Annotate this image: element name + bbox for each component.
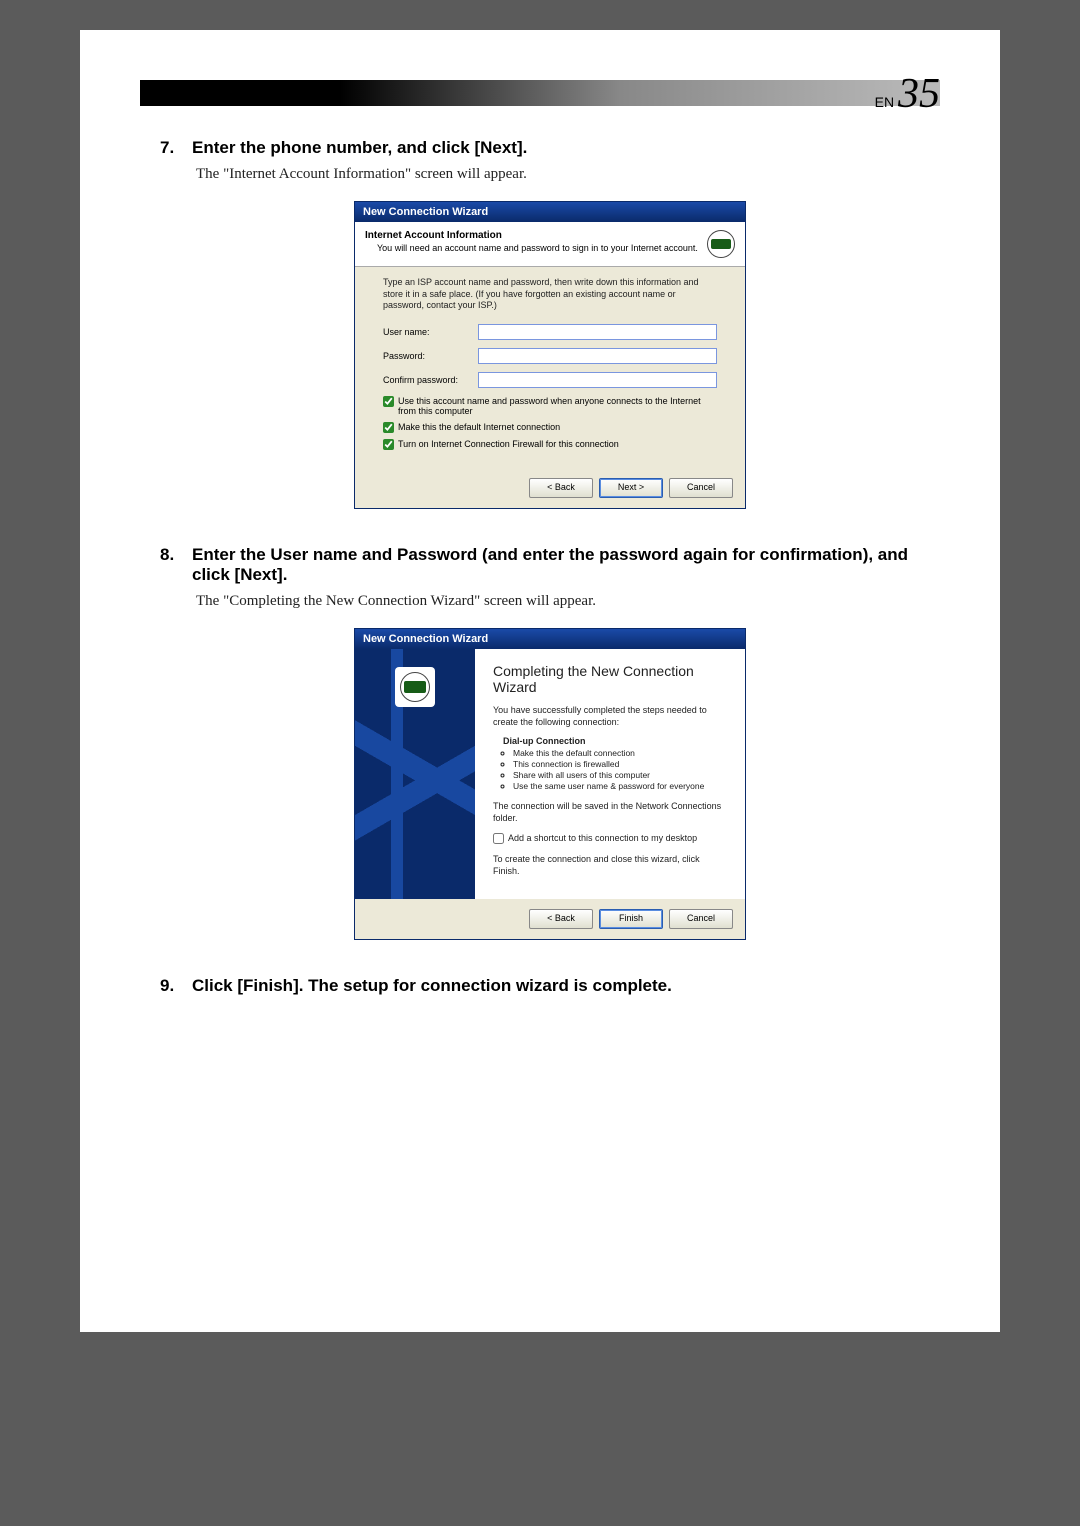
- bullet-item: This connection is firewalled: [513, 759, 727, 769]
- cancel-button[interactable]: Cancel: [669, 478, 733, 498]
- connection-name: Dial-up Connection: [503, 736, 727, 746]
- step-8: 8. Enter the User name and Password (and…: [160, 545, 940, 940]
- dialog-help-text: Type an ISP account name and password, t…: [383, 277, 717, 312]
- dialog-titlebar: New Connection Wizard: [355, 629, 745, 649]
- back-button[interactable]: < Back: [529, 478, 593, 498]
- page-number-value: 35: [898, 71, 940, 117]
- finish-button[interactable]: Finish: [599, 909, 663, 929]
- checkbox-add-shortcut-label: Add a shortcut to this connection to my …: [508, 833, 697, 843]
- network-globe-icon: [707, 230, 735, 258]
- checkbox-firewall[interactable]: [383, 439, 394, 450]
- wizard-network-icon: [395, 667, 435, 707]
- bullet-item: Share with all users of this computer: [513, 770, 727, 780]
- cancel-button[interactable]: Cancel: [669, 909, 733, 929]
- document-page: { "header": { "lang_prefix": "EN", "page…: [80, 30, 1000, 1332]
- checkbox-firewall-label: Turn on Internet Connection Firewall for…: [398, 439, 619, 449]
- step-title: Enter the phone number, and click [Next]…: [192, 138, 527, 158]
- checkbox-default-connection-label: Make this the default Internet connectio…: [398, 422, 560, 432]
- step-body: The "Internet Account Information" scree…: [196, 166, 940, 183]
- wizard-heading: Completing the New Connection Wizard: [493, 663, 727, 695]
- step-title: Click [Finish]. The setup for connection…: [192, 976, 672, 996]
- label-confirm-password: Confirm password:: [383, 375, 478, 385]
- checkbox-use-account[interactable]: [383, 396, 394, 407]
- dialog-internet-account: New Connection Wizard Internet Account I…: [354, 201, 746, 509]
- password-input[interactable]: [478, 348, 717, 364]
- dialog-completing-wizard: New Connection Wizard Completing the New…: [354, 628, 746, 940]
- step-9: 9. Click [Finish]. The setup for connect…: [160, 976, 940, 996]
- wizard-p2: The connection will be saved in the Netw…: [493, 801, 727, 824]
- step-number: 8.: [160, 545, 180, 565]
- step-7: 7. Enter the phone number, and click [Ne…: [160, 138, 940, 509]
- dialog-titlebar: New Connection Wizard: [355, 202, 745, 222]
- label-username: User name:: [383, 327, 478, 337]
- page-lang-prefix: EN: [875, 94, 894, 110]
- username-input[interactable]: [478, 324, 717, 340]
- instruction-steps: 7. Enter the phone number, and click [Ne…: [140, 138, 940, 996]
- next-button[interactable]: Next >: [599, 478, 663, 498]
- dialog-subheader: Internet Account Information You will ne…: [355, 222, 745, 267]
- bullet-item: Make this the default connection: [513, 748, 727, 758]
- connection-bullets: Make this the default connection This co…: [513, 748, 727, 791]
- step-number: 9.: [160, 976, 180, 996]
- bullet-item: Use the same user name & password for ev…: [513, 781, 727, 791]
- back-button[interactable]: < Back: [529, 909, 593, 929]
- label-password: Password:: [383, 351, 478, 361]
- step-body: The "Completing the New Connection Wizar…: [196, 593, 940, 610]
- wizard-p1: You have successfully completed the step…: [493, 705, 727, 728]
- wizard-left-panel: [355, 649, 475, 899]
- checkbox-use-account-label: Use this account name and password when …: [398, 396, 717, 416]
- wizard-p3: To create the connection and close this …: [493, 854, 727, 877]
- step-title: Enter the User name and Password (and en…: [192, 545, 940, 585]
- checkbox-add-shortcut[interactable]: [493, 833, 504, 844]
- dialog-subdesc: You will need an account name and passwo…: [365, 243, 698, 253]
- confirm-password-input[interactable]: [478, 372, 717, 388]
- dialog-subtitle: Internet Account Information: [365, 230, 698, 241]
- step-number: 7.: [160, 138, 180, 158]
- page-number: EN 35: [140, 70, 940, 118]
- checkbox-default-connection[interactable]: [383, 422, 394, 433]
